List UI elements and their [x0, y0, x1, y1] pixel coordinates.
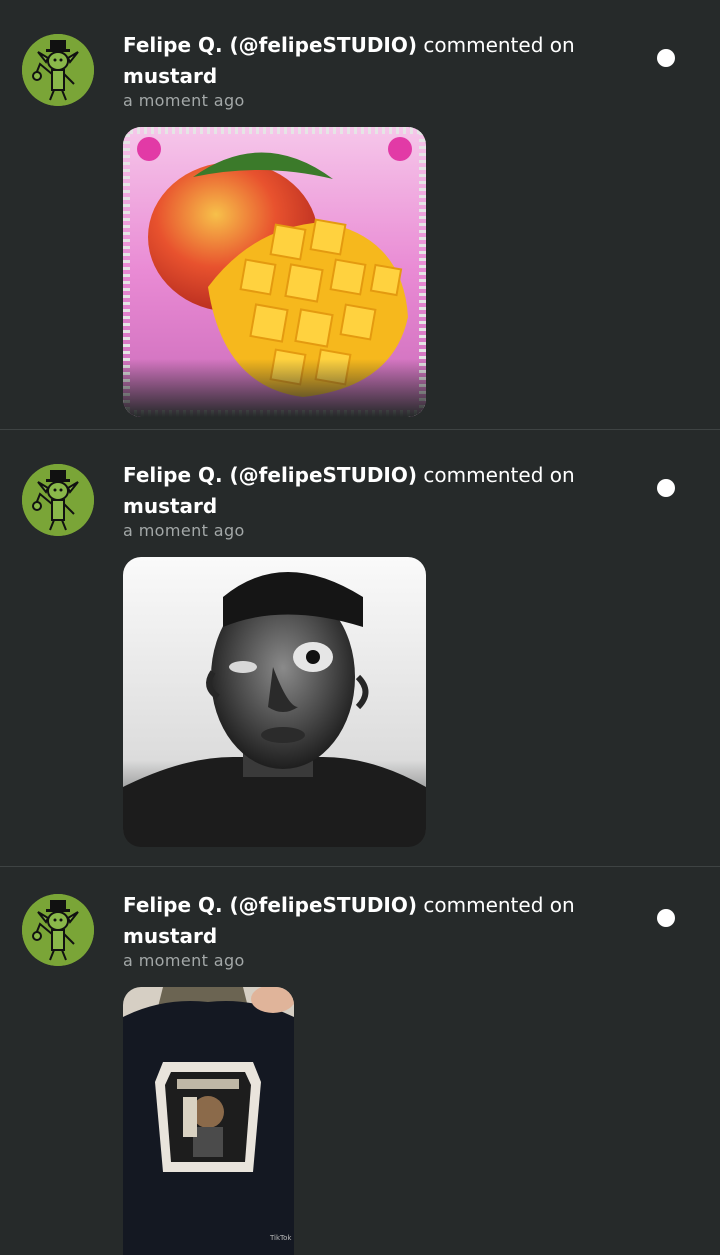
mascot-avatar-icon — [22, 464, 94, 536]
unread-indicator — [657, 909, 675, 927]
notification-item[interactable]: Felipe Q. (@felipeSTUDIO) commented on m… — [0, 0, 720, 430]
notification-item[interactable]: Felipe Q. (@felipeSTUDIO) commented on m… — [0, 867, 720, 1255]
face-photo-image-icon — [123, 557, 426, 847]
comment-media[interactable] — [123, 127, 426, 417]
user-avatar[interactable] — [22, 464, 94, 536]
user-name[interactable]: Felipe Q. (@felipeSTUDIO) — [123, 893, 417, 917]
action-text: commented on — [423, 463, 575, 487]
action-text: commented on — [423, 893, 575, 917]
mascot-avatar-icon — [22, 894, 94, 966]
notification-headline[interactable]: Felipe Q. (@felipeSTUDIO) commented on m… — [123, 890, 623, 952]
timestamp: a moment ago — [123, 91, 245, 110]
target-link[interactable]: mustard — [123, 494, 217, 518]
comment-media[interactable]: TikTok — [123, 987, 294, 1255]
target-link[interactable]: mustard — [123, 64, 217, 88]
notification-headline[interactable]: Felipe Q. (@felipeSTUDIO) commented on m… — [123, 30, 623, 92]
mascot-avatar-icon — [22, 34, 94, 106]
user-avatar[interactable] — [22, 34, 94, 106]
unread-indicator — [657, 49, 675, 67]
user-avatar[interactable] — [22, 894, 94, 966]
shirt-photo-image-icon: TikTok — [123, 987, 294, 1255]
user-name[interactable]: Felipe Q. (@felipeSTUDIO) — [123, 463, 417, 487]
timestamp: a moment ago — [123, 521, 245, 540]
target-link[interactable]: mustard — [123, 924, 217, 948]
mango-image-icon — [123, 127, 426, 417]
unread-indicator — [657, 479, 675, 497]
notification-item[interactable]: Felipe Q. (@felipeSTUDIO) commented on m… — [0, 437, 720, 867]
comment-media[interactable] — [123, 557, 426, 847]
action-text: commented on — [423, 33, 575, 57]
tiktok-watermark: TikTok — [269, 1234, 292, 1242]
user-name[interactable]: Felipe Q. (@felipeSTUDIO) — [123, 33, 417, 57]
timestamp: a moment ago — [123, 951, 245, 970]
notification-headline[interactable]: Felipe Q. (@felipeSTUDIO) commented on m… — [123, 460, 623, 522]
